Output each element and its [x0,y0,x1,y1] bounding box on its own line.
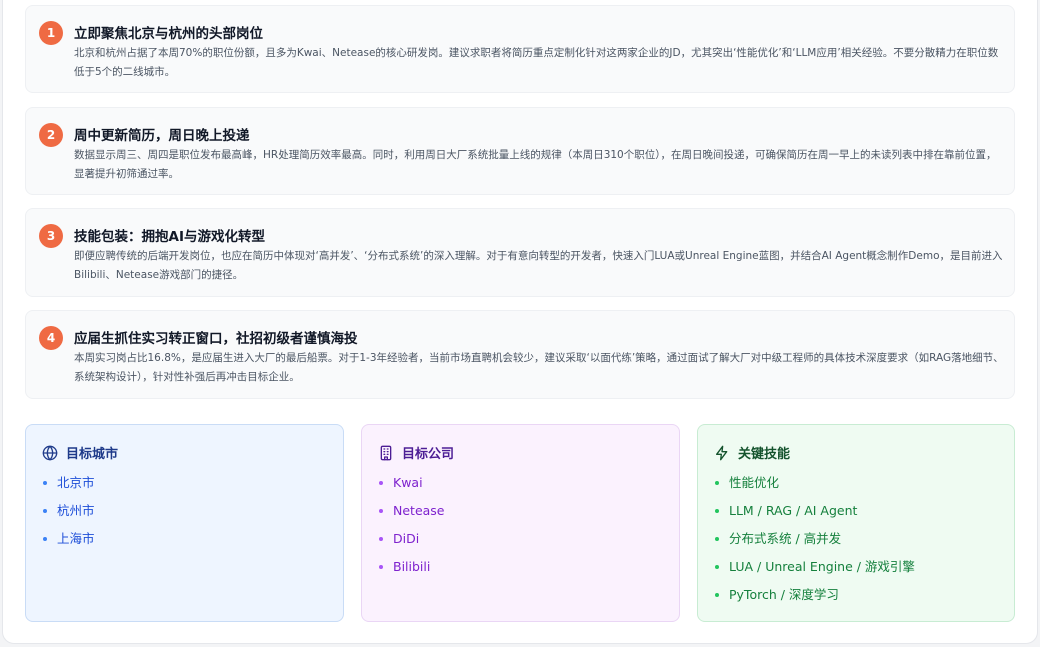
list-item: 北京市 [42,473,95,501]
tip-description: 本周实习岗占比16.8%，是应届生进入大厂的最后船票。对于1-3年经验者，当前市… [74,352,1004,383]
target-companies-title: 目标公司 [402,447,455,462]
list-item-label: 北京市 [57,475,95,490]
tip-card-4: 4 应届生抓住实习转正窗口，社招初级者谨慎海投 本周实习岗占比16.8%，是应届… [25,310,1015,399]
key-skills-list: 性能优化 LLM / RAG / AI Agent 分布式系统 / 高并发 LU… [714,473,915,613]
tip-number-badge: 2 [39,123,63,147]
bullet [715,509,719,513]
tip-title: 技能包装：拥抱AI与游戏化转型 [74,229,265,245]
tip-card-1: 1 立即聚焦北京与杭州的头部岗位 北京和杭州占据了本周70%的职位份额，且多为K… [25,5,1015,93]
list-item: Bilibili [378,557,445,585]
list-item-label: 分布式系统 / 高并发 [729,531,842,546]
list-item-label: DiDi [393,531,420,546]
key-skills-card: 关键技能 性能优化 LLM / RAG / AI Agent 分布式系统 / 高… [697,424,1015,622]
tip-card-2: 2 周中更新简历，周日晚上投递 数据显示周三、周四是职位发布最高峰，HR处理简历… [25,107,1015,195]
bullet [715,565,719,569]
lightning-icon [716,445,728,460]
tip-title: 立即聚焦北京与杭州的头部岗位 [74,26,263,42]
bullet [43,481,47,485]
target-companies-list: Kwai Netease DiDi Bilibili [378,473,445,585]
list-item-label: LUA / Unreal Engine / 游戏引擎 [729,559,915,574]
list-item-label: LLM / RAG / AI Agent [729,503,858,518]
target-cities-header: 目标城市 [42,443,118,462]
tip-title: 周中更新简历，周日晚上投递 [74,128,250,144]
target-cities-title: 目标城市 [66,447,119,462]
list-item: 杭州市 [42,501,95,529]
bullet [379,537,383,541]
tip-number-badge: 1 [39,21,63,45]
list-item: 上海市 [42,529,95,557]
target-companies-header: 目标公司 [378,443,454,462]
list-item: Kwai [378,473,445,501]
target-cities-list: 北京市 杭州市 上海市 [42,473,95,557]
list-item-label: Kwai [393,475,423,490]
list-item: Netease [378,501,445,529]
tip-description: 北京和杭州占据了本周70%的职位份额，且多为Kwai、Netease的核心研发岗… [74,47,999,78]
tip-description: 数据显示周三、周四是职位发布最高峰，HR处理简历效率最高。同时，利用周日大厂系统… [74,149,997,180]
key-skills-header: 关键技能 [714,443,790,462]
bullet [379,565,383,569]
target-companies-card: 目标公司 Kwai Netease DiDi Bilibili [361,424,680,622]
tip-description: 即便应聘传统的后端开发岗位，也应在简历中体现对‘高并发’、‘分布式系统’的深入理… [74,250,1003,281]
list-item: 分布式系统 / 高并发 [714,529,915,557]
list-item: PyTorch / 深度学习 [714,585,915,613]
list-item-label: 杭州市 [57,503,95,518]
list-item-label: Bilibili [393,559,431,574]
list-item-label: Netease [393,503,445,518]
list-item-label: 上海市 [57,531,95,546]
globe-icon [42,445,58,460]
bullet [379,509,383,513]
bullet [43,537,47,541]
list-item: 性能优化 [714,473,915,501]
bullet [379,481,383,485]
tip-title: 应届生抓住实习转正窗口，社招初级者谨慎海投 [74,331,358,347]
list-item-label: PyTorch / 深度学习 [729,587,839,602]
list-item-label: 性能优化 [729,475,780,490]
bullet [715,537,719,541]
bullet [715,593,719,597]
tip-card-3: 3 技能包装：拥抱AI与游戏化转型 即便应聘传统的后端开发岗位，也应在简历中体现… [25,208,1015,297]
target-cities-card: 目标城市 北京市 杭州市 上海市 [25,424,344,622]
key-skills-title: 关键技能 [738,447,791,462]
list-item: LUA / Unreal Engine / 游戏引擎 [714,557,915,585]
list-item: LLM / RAG / AI Agent [714,501,915,529]
tip-number-badge: 4 [39,326,63,350]
building-icon [380,445,392,460]
list-item: DiDi [378,529,445,557]
tip-number-badge: 3 [39,224,63,248]
bullet [715,481,719,485]
bullet [43,509,47,513]
